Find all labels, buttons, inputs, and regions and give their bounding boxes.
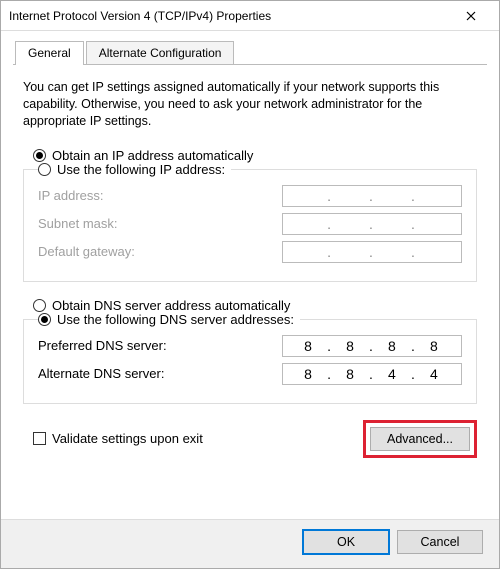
alternate-dns-label: Alternate DNS server: <box>38 366 282 381</box>
radio-dns-auto[interactable]: Obtain DNS server address automatically <box>33 298 477 313</box>
row-subnet-mask: Subnet mask: ... <box>38 213 462 235</box>
default-gateway-field: ... <box>282 241 462 263</box>
close-icon[interactable] <box>451 2 491 30</box>
radio-icon <box>38 163 51 176</box>
radio-icon <box>38 313 51 326</box>
window-title: Internet Protocol Version 4 (TCP/IPv4) P… <box>9 9 451 23</box>
default-gateway-label: Default gateway: <box>38 244 282 259</box>
validate-checkbox[interactable]: Validate settings upon exit <box>33 431 203 446</box>
row-ip-address: IP address: ... <box>38 185 462 207</box>
titlebar: Internet Protocol Version 4 (TCP/IPv4) P… <box>1 1 499 31</box>
radio-dns-manual[interactable]: Use the following DNS server addresses: <box>38 312 294 327</box>
radio-dns-manual-label: Use the following DNS server addresses: <box>57 312 294 327</box>
cancel-button[interactable]: Cancel <box>397 530 483 554</box>
advanced-highlight: Advanced... <box>363 420 477 458</box>
subnet-mask-field: ... <box>282 213 462 235</box>
advanced-button[interactable]: Advanced... <box>370 427 470 451</box>
radio-ip-auto[interactable]: Obtain an IP address automatically <box>33 148 477 163</box>
row-preferred-dns: Preferred DNS server: 8. 8. 8. 8 <box>38 335 462 357</box>
subnet-mask-label: Subnet mask: <box>38 216 282 231</box>
tab-alternate[interactable]: Alternate Configuration <box>86 41 235 64</box>
radio-ip-auto-label: Obtain an IP address automatically <box>52 148 253 163</box>
checkbox-icon <box>33 432 46 445</box>
tab-strip: General Alternate Configuration <box>13 41 487 65</box>
radio-ip-manual[interactable]: Use the following IP address: <box>38 162 225 177</box>
preferred-dns-label: Preferred DNS server: <box>38 338 282 353</box>
ip-address-label: IP address: <box>38 188 282 203</box>
ip-address-field: ... <box>282 185 462 207</box>
radio-dns-auto-label: Obtain DNS server address automatically <box>52 298 290 313</box>
tab-body: You can get IP settings assigned automat… <box>1 65 499 519</box>
radio-ip-manual-label: Use the following IP address: <box>57 162 225 177</box>
bottom-row: Validate settings upon exit Advanced... <box>23 420 477 458</box>
row-alternate-dns: Alternate DNS server: 8. 8. 4. 4 <box>38 363 462 385</box>
ip-fieldset: Use the following IP address: IP address… <box>23 169 477 282</box>
description-text: You can get IP settings assigned automat… <box>23 79 477 130</box>
radio-icon <box>33 299 46 312</box>
validate-label: Validate settings upon exit <box>52 431 203 446</box>
ok-button[interactable]: OK <box>303 530 389 554</box>
radio-icon <box>33 149 46 162</box>
dialog-footer: OK Cancel <box>1 519 499 568</box>
row-default-gateway: Default gateway: ... <box>38 241 462 263</box>
alternate-dns-field[interactable]: 8. 8. 4. 4 <box>282 363 462 385</box>
preferred-dns-field[interactable]: 8. 8. 8. 8 <box>282 335 462 357</box>
dialog-window: Internet Protocol Version 4 (TCP/IPv4) P… <box>0 0 500 569</box>
tab-general[interactable]: General <box>15 41 84 64</box>
dns-fieldset: Use the following DNS server addresses: … <box>23 319 477 404</box>
